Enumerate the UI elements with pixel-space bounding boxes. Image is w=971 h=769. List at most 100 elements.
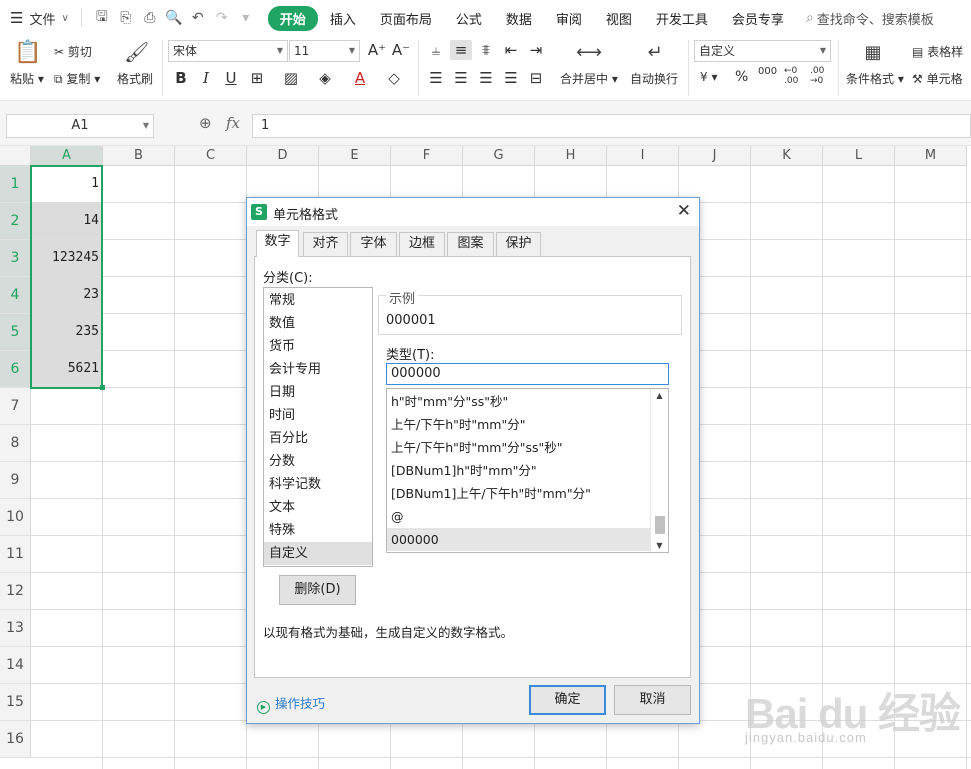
name-box[interactable]: A1 ▼ <box>6 114 154 138</box>
italic-button[interactable]: I <box>195 68 217 88</box>
redo-icon[interactable]: ↷ <box>210 10 234 26</box>
wrap-text-icon[interactable]: ↵ <box>642 42 668 63</box>
category-item[interactable]: 时间 <box>264 404 372 427</box>
ok-button[interactable]: 确定 <box>529 685 606 715</box>
align-left-icon[interactable]: ☰ <box>425 68 447 88</box>
column-header-f[interactable]: F <box>391 146 463 166</box>
tab-developer[interactable]: 开发工具 <box>644 9 720 28</box>
undo-icon[interactable]: ↶ <box>186 10 210 26</box>
export-icon[interactable]: ⎘ <box>114 10 138 26</box>
zoom-icon[interactable]: ⊕ <box>199 114 212 132</box>
scrollbar-thumb[interactable] <box>655 516 665 534</box>
font-name-select[interactable]: 宋体 ▼ <box>168 40 288 62</box>
category-item[interactable]: 日期 <box>264 381 372 404</box>
command-search[interactable]: ⌕ 查找命令、搜索模板 <box>806 9 934 28</box>
paste-icon[interactable]: 📋 <box>14 40 41 65</box>
type-list-item[interactable]: 000000 <box>387 528 650 551</box>
clear-format-icon[interactable]: ◇ <box>383 68 405 88</box>
increase-font-icon[interactable]: A⁺ <box>366 40 388 60</box>
row-header-1[interactable]: 1 <box>0 166 31 203</box>
row-header-6[interactable]: 6 <box>0 351 31 388</box>
increase-indent-icon[interactable]: ⇥ <box>525 40 547 60</box>
column-header-l[interactable]: L <box>823 146 895 166</box>
align-center-icon[interactable]: ☰ <box>450 68 472 88</box>
print-icon[interactable]: ⎙ <box>138 10 162 26</box>
fx-icon[interactable]: fx <box>226 114 240 132</box>
font-size-select[interactable]: 11 ▼ <box>289 40 360 62</box>
decrease-decimal-icon[interactable]: .00 →0 <box>810 66 824 86</box>
fill-color-icon[interactable]: ◈ <box>314 68 336 88</box>
row-header-8[interactable]: 8 <box>0 425 31 462</box>
justify-icon[interactable]: ☰ <box>500 68 522 88</box>
close-icon[interactable]: ✕ <box>677 201 691 221</box>
column-header-d[interactable]: D <box>247 146 319 166</box>
row-header-4[interactable]: 4 <box>0 277 31 314</box>
tab-view[interactable]: 视图 <box>594 9 644 28</box>
category-item[interactable]: 会计专用 <box>264 358 372 381</box>
row-header-7[interactable]: 7 <box>0 388 31 425</box>
merge-center-button[interactable]: 合并居中 ▾ <box>560 70 618 87</box>
row-header-5[interactable]: 5 <box>0 314 31 351</box>
column-header-b[interactable]: B <box>103 146 175 166</box>
tab-font[interactable]: 字体 <box>350 232 397 256</box>
tab-page-layout[interactable]: 页面布局 <box>368 9 444 28</box>
row-header-10[interactable]: 10 <box>0 499 31 536</box>
dropdown-icon[interactable]: ▾ <box>234 10 258 26</box>
align-right-icon[interactable]: ☰ <box>475 68 497 88</box>
font-color-icon[interactable]: A <box>349 68 371 88</box>
save-icon[interactable]: 🖫 <box>90 6 114 30</box>
category-item[interactable]: 特殊 <box>264 519 372 542</box>
chevron-down-icon[interactable]: ▼ <box>651 541 668 550</box>
select-all-corner[interactable] <box>0 146 31 166</box>
column-header-h[interactable]: H <box>535 146 607 166</box>
increase-decimal-icon[interactable]: ←0.00 <box>784 66 798 86</box>
format-painter-icon[interactable]: 🖌 <box>124 40 149 64</box>
tab-alignment[interactable]: 对齐 <box>303 232 348 256</box>
row-header-3[interactable]: 3 <box>0 240 31 277</box>
category-list[interactable]: 常规 数值 货币 会计专用 日期 时间 百分比 分数 科学记数 文本 特殊 自定义 <box>263 287 373 567</box>
conditional-format-icon[interactable]: ▦ <box>860 42 886 63</box>
column-header-a[interactable]: A <box>31 146 103 166</box>
type-list-item[interactable]: 上午/下午h"时"mm"分" <box>387 413 650 436</box>
row-header-11[interactable]: 11 <box>0 536 31 573</box>
formula-input[interactable]: 1 <box>252 114 971 138</box>
type-list[interactable]: h"时"mm"分"ss"秒" 上午/下午h"时"mm"分" 上午/下午h"时"mm"… <box>386 388 669 553</box>
row-header-2[interactable]: 2 <box>0 203 31 240</box>
column-header-i[interactable]: I <box>607 146 679 166</box>
row-header-16[interactable]: 16 <box>0 721 31 758</box>
copy-button[interactable]: ⧉ 复制 ▾ <box>54 70 100 87</box>
row-header-13[interactable]: 13 <box>0 610 31 647</box>
delete-button[interactable]: 删除(D) <box>279 575 356 605</box>
tab-pattern[interactable]: 图案 <box>447 232 494 256</box>
align-bottom-icon[interactable]: ⩨ <box>475 40 497 60</box>
cancel-button[interactable]: 取消 <box>614 685 691 715</box>
tab-protection[interactable]: 保护 <box>496 232 541 256</box>
type-list-item[interactable]: h"时"mm"分"ss"秒" <box>387 390 650 413</box>
wrap-text-button[interactable]: 自动换行 <box>630 70 678 87</box>
tips-link[interactable]: ▶ 操作技巧 <box>257 693 325 714</box>
tab-number[interactable]: 数字 <box>256 230 299 257</box>
row-header-12[interactable]: 12 <box>0 573 31 610</box>
print-preview-icon[interactable]: 🔍 <box>162 10 186 26</box>
fill-pattern-icon[interactable]: ▨ <box>280 68 302 88</box>
column-header-k[interactable]: K <box>751 146 823 166</box>
category-item[interactable]: 货币 <box>264 335 372 358</box>
bold-button[interactable]: B <box>170 68 192 88</box>
merge-cells-icon[interactable]: ⟷ <box>576 42 602 63</box>
row-header-14[interactable]: 14 <box>0 647 31 684</box>
category-item[interactable]: 文本 <box>264 496 372 519</box>
type-list-item[interactable]: @ <box>387 505 650 528</box>
category-item[interactable]: 自定义 <box>264 542 372 565</box>
table-style-button[interactable]: ▤ 表格样 <box>912 43 963 60</box>
decrease-font-icon[interactable]: A⁻ <box>390 40 412 60</box>
tab-border[interactable]: 边框 <box>399 232 445 256</box>
type-list-item[interactable]: [DBNum1]上午/下午h"时"mm"分" <box>387 482 650 505</box>
tab-formulas[interactable]: 公式 <box>444 9 494 28</box>
format-painter-button[interactable]: 格式刷 <box>117 70 153 87</box>
type-list-scrollbar[interactable]: ▲ ▼ <box>650 389 668 552</box>
dialog-titlebar[interactable]: S 单元格格式 ✕ <box>247 198 699 226</box>
percent-button[interactable]: % <box>735 69 748 85</box>
column-header-c[interactable]: C <box>175 146 247 166</box>
distributed-icon[interactable]: ⊟ <box>525 68 547 88</box>
column-header-e[interactable]: E <box>319 146 391 166</box>
